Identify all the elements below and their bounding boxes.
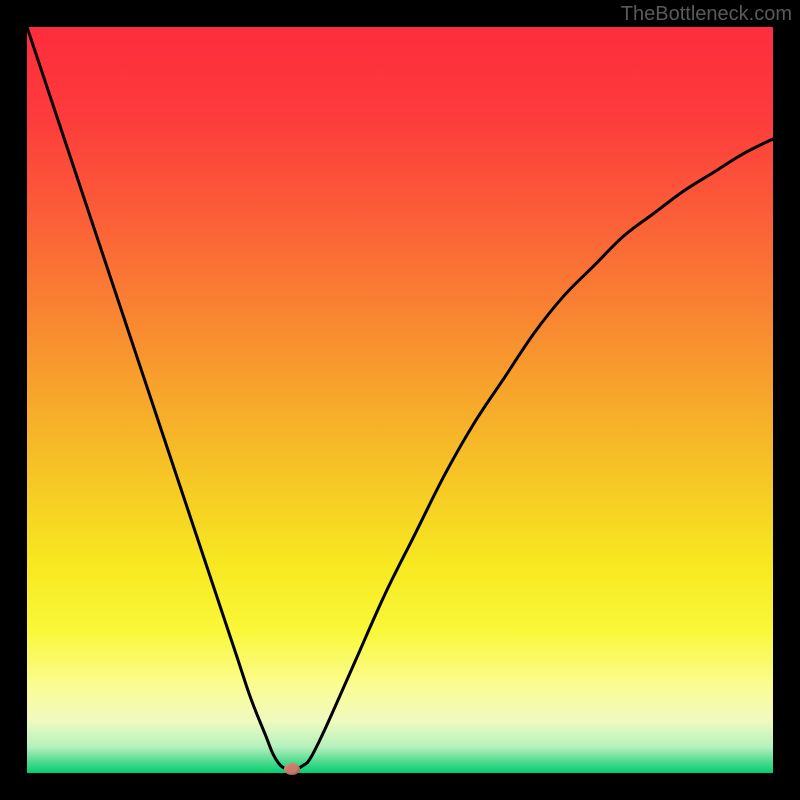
minimum-marker — [284, 763, 300, 775]
plot-area — [27, 27, 773, 773]
curve-layer — [27, 27, 773, 773]
bottleneck-curve — [27, 27, 773, 770]
watermark: TheBottleneck.com — [621, 3, 792, 26]
